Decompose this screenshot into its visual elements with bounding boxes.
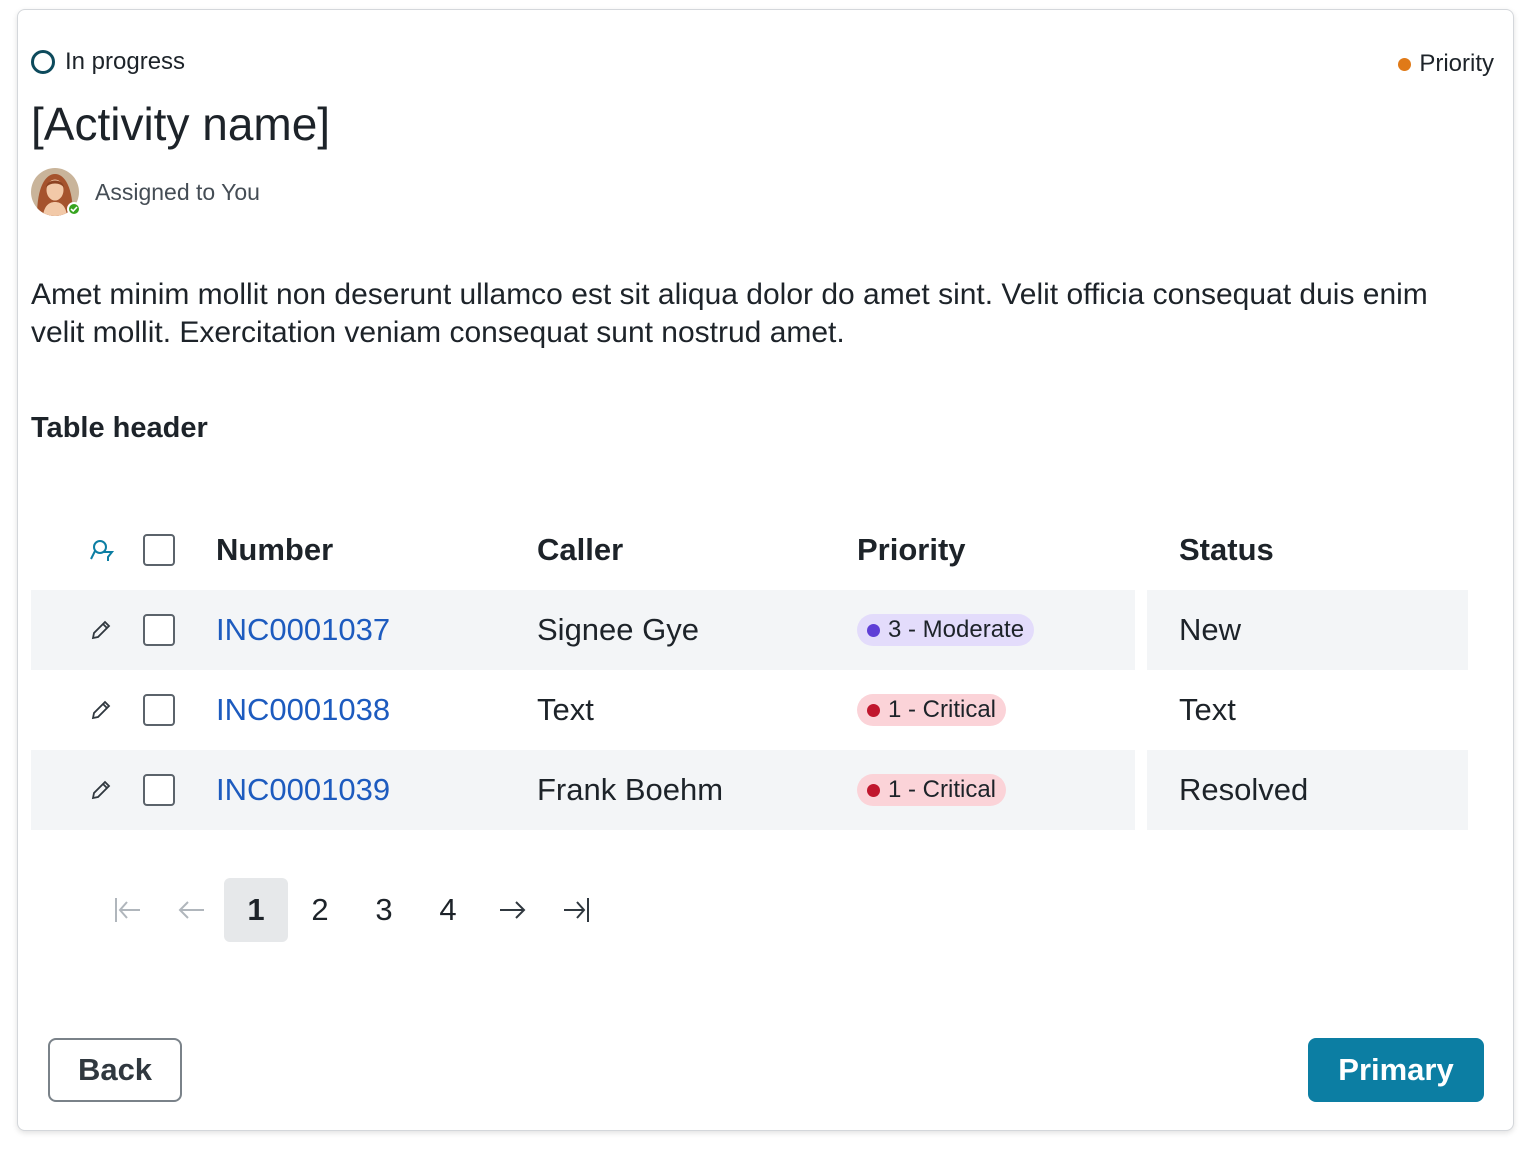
priority-dot-icon	[1398, 57, 1412, 71]
in-progress-icon	[31, 50, 55, 74]
column-header-number[interactable]: Number	[216, 510, 333, 590]
back-button[interactable]: Back	[48, 1038, 182, 1102]
status-indicator: In progress	[31, 48, 185, 76]
incident-number-link[interactable]: INC0001038	[216, 692, 390, 728]
next-page-icon[interactable]	[480, 878, 544, 942]
previous-page-icon[interactable]	[160, 878, 224, 942]
avatar	[31, 168, 81, 216]
table-row: INC0001038 Text 1 - Critical Text	[31, 670, 1468, 750]
pagination: 1 2 3 4	[96, 878, 608, 942]
caller-cell: Signee Gye	[537, 612, 699, 647]
status-cell: New	[1179, 612, 1242, 647]
select-all-checkbox[interactable]	[143, 534, 175, 566]
edit-pencil-icon[interactable]	[89, 590, 117, 670]
page-title: [Activity name]	[31, 98, 331, 150]
description: Amet minim mollit non deserunt ullamco e…	[31, 278, 1428, 349]
column-header-status[interactable]: Status	[1179, 510, 1274, 590]
personalize-list-icon[interactable]	[89, 510, 117, 590]
priority-badge: 3 - Moderate	[857, 614, 1035, 646]
priority-badge-label: 1 - Critical	[888, 776, 997, 803]
row-checkbox[interactable]	[143, 694, 175, 726]
primary-button[interactable]: Primary	[1308, 1038, 1484, 1102]
row-checkbox[interactable]	[143, 774, 175, 806]
table-row: INC0001037 Signee Gye 3 - Moderate New	[31, 590, 1468, 670]
priority-badge-label: 3 - Moderate	[888, 616, 1025, 643]
assigned-label: Assigned to You	[95, 178, 260, 205]
incident-number-link[interactable]: INC0001039	[216, 772, 390, 808]
edit-pencil-icon[interactable]	[89, 670, 117, 750]
incident-number-link[interactable]: INC0001037	[216, 612, 390, 648]
table-title: Table header	[31, 412, 208, 444]
page-button[interactable]: 3	[352, 878, 416, 942]
status-cell: Resolved	[1179, 772, 1309, 807]
assignee: Assigned to You	[31, 168, 260, 216]
critical-dot-icon	[867, 783, 880, 797]
status-label: In progress	[65, 48, 186, 75]
priority-badge: 1 - Critical	[857, 774, 1007, 806]
page-button[interactable]: 4	[416, 878, 480, 942]
column-header-caller[interactable]: Caller	[537, 510, 623, 590]
priority-badge: 1 - Critical	[857, 694, 1007, 726]
column-header-priority[interactable]: Priority	[857, 510, 966, 590]
available-status-icon	[67, 202, 81, 216]
status-cell: Text	[1179, 692, 1236, 727]
edit-pencil-icon[interactable]	[89, 750, 117, 830]
critical-dot-icon	[867, 703, 880, 717]
caller-cell: Text	[537, 692, 594, 727]
last-page-icon[interactable]	[544, 878, 608, 942]
priority-badge-label: 1 - Critical	[888, 696, 997, 723]
page-button[interactable]: 1	[224, 878, 288, 942]
page-button[interactable]: 2	[288, 878, 352, 942]
moderate-dot-icon	[867, 623, 880, 637]
data-table: Number Caller Priority Status INC0001037…	[31, 510, 1468, 830]
first-page-icon[interactable]	[96, 878, 160, 942]
priority-label: Priority	[1419, 50, 1494, 77]
row-checkbox[interactable]	[143, 614, 175, 646]
caller-cell: Frank Boehm	[537, 772, 724, 807]
table-row: INC0001039 Frank Boehm 1 - Critical Reso…	[31, 750, 1468, 830]
table-header-row: Number Caller Priority Status	[31, 510, 1468, 590]
priority-indicator: Priority	[1398, 50, 1494, 78]
